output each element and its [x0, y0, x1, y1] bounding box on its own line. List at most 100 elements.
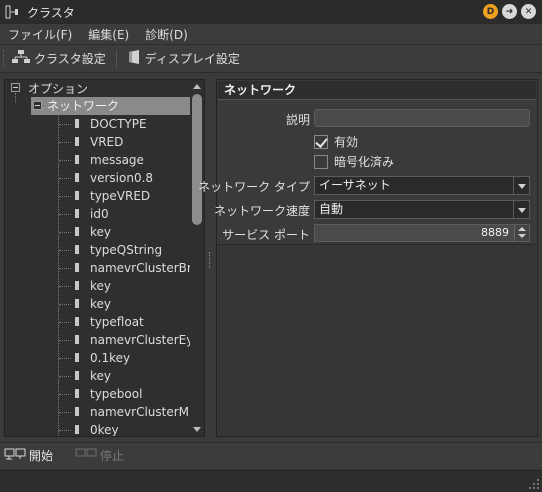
tree-item-label: 0key: [90, 423, 119, 437]
leaf-node-icon: [75, 173, 79, 182]
tree-item[interactable]: version0.8: [90, 169, 153, 187]
cluster-settings-button[interactable]: クラスタ設定: [6, 47, 112, 71]
start-button[interactable]: 開始: [0, 447, 57, 464]
tree-connector: [59, 178, 71, 179]
network-type-select[interactable]: イーサネット: [314, 176, 530, 195]
forward-button[interactable]: ➜: [502, 4, 517, 19]
tree-item-network[interactable]: ネットワーク: [31, 97, 191, 115]
tree-item[interactable]: VRED: [90, 133, 123, 151]
tree-item-label: id0: [90, 207, 109, 221]
tree-item[interactable]: key: [90, 367, 111, 385]
encryption-checkbox[interactable]: 暗号化済み: [314, 153, 394, 170]
tree-item[interactable]: 0key: [90, 421, 119, 437]
cluster-settings-label: クラスタ設定: [34, 52, 106, 66]
close-button[interactable]: ✕: [521, 4, 536, 19]
tree-item-label: typebool: [90, 387, 143, 401]
resize-grip-icon[interactable]: [528, 478, 540, 490]
tree-item[interactable]: namevrClusterM...: [90, 403, 200, 421]
leaf-node-icon: [75, 281, 79, 290]
service-port-spinbox[interactable]: 8889: [314, 224, 530, 242]
tree-item[interactable]: key: [90, 223, 111, 241]
service-port-value: 8889: [481, 226, 509, 239]
description-label: 説明: [285, 113, 310, 127]
description-field[interactable]: [314, 109, 530, 127]
display-settings-label: ディスプレイ設定: [144, 52, 240, 66]
tree-item[interactable]: typebool: [90, 385, 142, 403]
network-speed-row: ネットワーク速度 自動: [214, 199, 537, 219]
menu-file[interactable]: ファイル(F): [0, 26, 80, 43]
spin-down-icon[interactable]: [518, 234, 526, 238]
leaf-node-icon: [75, 209, 79, 218]
tree-connector: [59, 268, 71, 269]
checkbox-unchecked-icon[interactable]: [314, 154, 328, 169]
tree-item[interactable]: DOCTYPE: [90, 115, 147, 133]
leaf-node-icon: [75, 137, 79, 146]
tree-item[interactable]: namevrClusterBr...: [90, 259, 202, 277]
chevron-down-icon[interactable]: [513, 177, 529, 194]
leaf-node-icon: [75, 245, 79, 254]
tree-item[interactable]: 0.1key: [90, 349, 130, 367]
display-settings-button[interactable]: ディスプレイ設定: [121, 47, 246, 71]
leaf-node-icon: [75, 299, 79, 308]
encryption-label: 暗号化済み: [334, 155, 395, 169]
tree-connector: [59, 196, 71, 197]
tree-connector: [59, 430, 71, 431]
leaf-node-icon: [75, 263, 79, 272]
leaf-node-icon: [75, 227, 79, 236]
tree-item-options[interactable]: オプション: [25, 80, 91, 98]
tree-connector: [59, 142, 71, 143]
scroll-thumb[interactable]: [192, 94, 202, 225]
panel-splitter[interactable]: [209, 252, 212, 268]
network-collapse-icon[interactable]: [33, 101, 42, 110]
tree-connector: [59, 358, 71, 359]
tree-item-label: DOCTYPE: [90, 117, 147, 131]
menu-edit[interactable]: 編集(E): [80, 26, 137, 43]
enabled-row: 有効: [217, 132, 537, 152]
stop-button[interactable]: 停止: [71, 447, 128, 464]
tree-item[interactable]: key: [90, 295, 111, 313]
service-port-label: サービス ポート: [222, 228, 310, 242]
tree-scrollbar[interactable]: [190, 80, 204, 436]
spin-up-icon[interactable]: [518, 227, 526, 231]
scroll-down-icon[interactable]: [193, 427, 201, 432]
app-icon: [5, 5, 19, 19]
tree-connector: [59, 322, 71, 323]
tree-item[interactable]: id0: [90, 205, 109, 223]
tree-item[interactable]: typefloat: [90, 313, 144, 331]
spin-buttons[interactable]: [514, 225, 529, 241]
tree-connector: [59, 394, 71, 395]
scroll-up-icon[interactable]: [193, 84, 201, 89]
panel-header: ネットワーク: [218, 81, 536, 100]
network-speed-value: 自動: [319, 202, 344, 216]
tree-connector: [59, 214, 71, 215]
chevron-down-icon[interactable]: [513, 201, 529, 218]
tree-item[interactable]: typeVRED: [90, 187, 150, 205]
menu-bar: ファイル(F) 編集(E) 診断(D): [0, 24, 542, 45]
stop-label: 停止: [100, 449, 125, 463]
tree-item-label: key: [90, 369, 112, 383]
tree-item[interactable]: key: [90, 277, 111, 295]
tree-item-label: namevrClusterM...: [90, 405, 201, 419]
tree-item-label: 0.1key: [90, 351, 131, 365]
tree-connector: [59, 286, 71, 287]
display-icon: [127, 49, 141, 68]
menu-diagnostics[interactable]: 診断(D): [137, 26, 196, 43]
network-speed-select[interactable]: 自動: [314, 200, 530, 219]
tree-connector: [15, 93, 16, 103]
tree-item-label: key: [90, 279, 112, 293]
tree-connector: [59, 376, 71, 377]
tree-connector: [58, 110, 59, 436]
d-button[interactable]: D: [483, 4, 498, 19]
enabled-checkbox[interactable]: 有効: [314, 133, 358, 150]
tree-item[interactable]: namevrClusterEy...: [90, 331, 203, 349]
start-icon: [4, 447, 26, 464]
tree-item[interactable]: message: [90, 151, 144, 169]
leaf-node-icon: [75, 155, 79, 164]
tree-item-label: typeVRED: [90, 189, 151, 203]
start-label: 開始: [29, 449, 54, 463]
checkbox-checked-icon[interactable]: [314, 134, 328, 149]
tree-item[interactable]: typeQString: [90, 241, 162, 259]
tree-connector: [42, 105, 48, 106]
root-collapse-icon[interactable]: [11, 83, 20, 92]
toolbar: クラスタ設定 ディスプレイ設定: [0, 45, 542, 73]
